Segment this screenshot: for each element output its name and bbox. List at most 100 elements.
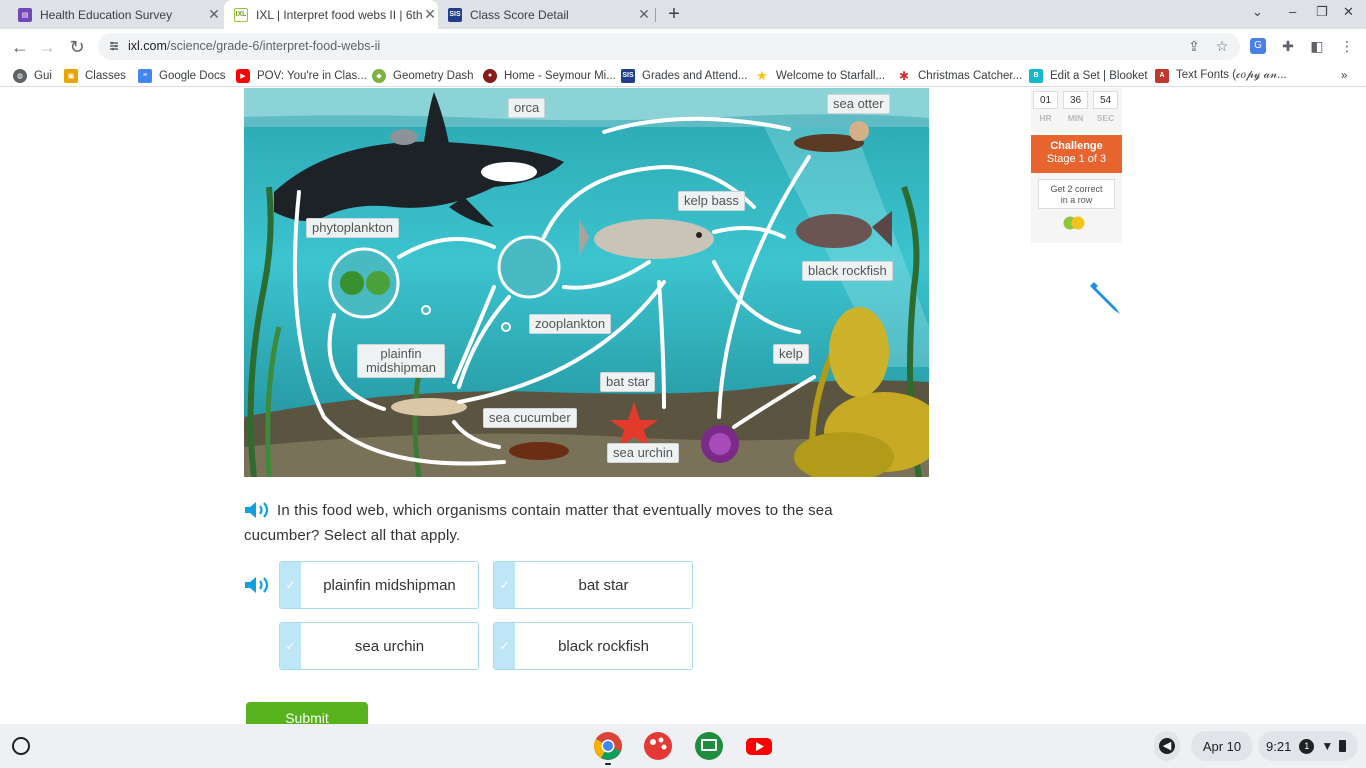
label-black-rockfish: black rockfish	[802, 261, 893, 281]
answer-option-bat-star[interactable]: ✓ bat star	[493, 561, 693, 609]
streak-goal: Get 2 correct in a row	[1038, 179, 1115, 209]
reload-icon[interactable]: ↻	[66, 36, 88, 58]
star-icon: ★	[755, 67, 769, 83]
challenge-stage: Stage 1 of 3	[1046, 153, 1107, 165]
system-tray[interactable]: 9:21 1 ▼	[1258, 731, 1358, 761]
pencil-scratchpad-icon[interactable]	[1086, 280, 1124, 318]
notification-count-badge: 1	[1299, 738, 1315, 754]
bookmark-pov[interactable]: ▶ POV: You're in Clas...	[236, 68, 367, 83]
label-orca: orca	[508, 98, 546, 118]
tab-title: Health Education Survey	[40, 7, 173, 22]
calendar-date[interactable]: Apr 10	[1191, 731, 1253, 761]
geometry-dash-icon: ◆	[372, 68, 386, 83]
bookmark-starfall[interactable]: ★ Welcome to Starfall...	[755, 68, 885, 83]
challenge-banner: Challenge Stage 1 of 3	[1031, 135, 1122, 173]
extensions-icon[interactable]: ✚	[1279, 38, 1297, 56]
bookmark-google-docs[interactable]: ≡ Google Docs	[138, 68, 225, 83]
submit-button[interactable]: Submit	[246, 702, 368, 724]
label-zooplankton: zooplankton	[529, 314, 612, 334]
streak-panel: Get 2 correct in a row	[1031, 173, 1122, 243]
globe-icon: ◍	[13, 68, 27, 83]
ixl-icon: IXL	[234, 7, 248, 22]
timer-seconds-label: SEC	[1096, 113, 1115, 123]
tab-title: Class Score Detail	[470, 7, 569, 22]
tab-divider	[655, 8, 656, 22]
speaker-icon: ◀	[1159, 738, 1175, 754]
bookmark-christmas-catcher[interactable]: ✱ Christmas Catcher...	[897, 68, 1022, 83]
close-window-icon[interactable]: ✕	[1343, 4, 1354, 20]
checkmark-icon: ✓	[494, 623, 515, 669]
canvas-app-icon[interactable]	[643, 731, 673, 761]
label-kelp-bass: kelp bass	[678, 191, 745, 211]
side-panel-icon[interactable]: ◧	[1308, 38, 1326, 56]
tab-ixl[interactable]: IXL IXL | Interpret food webs II | 6th g…	[224, 0, 438, 29]
bookmark-geometry-dash[interactable]: ◆ Geometry Dash	[372, 68, 474, 83]
food-web-image: orca sea otter phytoplankton kelp bass b…	[244, 88, 929, 477]
timer-minutes-label: MIN	[1067, 113, 1084, 123]
timer-hours-label: HR	[1039, 113, 1052, 123]
url-text: ixl.com/science/grade-6/interpret-food-w…	[128, 39, 381, 53]
label-plainfin-midshipman: plainfin midshipman	[357, 344, 445, 378]
page-content: orca sea otter phytoplankton kelp bass b…	[0, 88, 1366, 724]
question-text: In this food web, which organisms contai…	[244, 502, 833, 544]
docs-icon: ≡	[138, 68, 152, 83]
label-sea-otter: sea otter	[827, 94, 890, 114]
launcher-icon[interactable]	[12, 737, 30, 755]
forward-icon[interactable]: →	[36, 36, 58, 58]
label-sea-urchin: sea urchin	[607, 443, 679, 463]
address-bar[interactable]: ixl.com/science/grade-6/interpret-food-w…	[98, 33, 1240, 60]
checkmark-icon: ✓	[280, 623, 301, 669]
volume-status[interactable]: ◀	[1154, 731, 1180, 761]
bookmark-blooket[interactable]: B Edit a Set | Blooket	[1029, 68, 1148, 83]
site-info-icon[interactable]	[108, 40, 120, 52]
google-translate-icon[interactable]: G	[1250, 38, 1266, 54]
audio-answers-speaker-icon[interactable]	[244, 575, 270, 595]
menu-icon[interactable]: ⋮	[1338, 38, 1356, 56]
fonts-icon: A	[1155, 68, 1169, 83]
streak-progress-dots	[1063, 216, 1085, 230]
food-web-illustration	[244, 88, 929, 477]
label-bat-star: bat star	[600, 372, 656, 392]
label-kelp: kelp	[773, 344, 809, 364]
label-sea-cucumber: sea cucumber	[483, 408, 577, 428]
school-crest-icon: ●	[483, 68, 497, 83]
new-tab-icon[interactable]: +	[664, 4, 684, 24]
timer-seconds: 54	[1093, 91, 1118, 109]
close-icon[interactable]: ✕	[206, 6, 222, 23]
close-icon[interactable]: ✕	[636, 6, 652, 23]
minimize-icon[interactable]: –	[1289, 4, 1296, 19]
challenge-title: Challenge	[1050, 140, 1103, 152]
more-bookmarks-icon[interactable]: »	[1341, 68, 1347, 83]
bookmark-seymour[interactable]: ● Home - Seymour Mi...	[483, 68, 616, 83]
bookmark-grades[interactable]: SIS Grades and Attend...	[621, 68, 748, 83]
chrome-app-icon[interactable]	[593, 731, 623, 761]
game-icon: ✱	[897, 68, 911, 83]
chromeos-shelf: ◀ Apr 10 9:21 1 ▼	[0, 724, 1366, 768]
tab-health-survey[interactable]: ▤ Health Education Survey ✕	[10, 0, 222, 29]
time-elapsed-panel: 01 36 54 HR MIN SEC	[1031, 88, 1122, 132]
clock-time: 9:21	[1266, 738, 1292, 754]
restore-icon[interactable]: ❐	[1316, 4, 1328, 20]
bookmark-text-fonts[interactable]: A Text Fonts (𝒸𝑜𝓅𝓎 𝒶𝓃...	[1155, 68, 1287, 83]
tab-class-score[interactable]: SIS Class Score Detail ✕	[440, 0, 652, 29]
bookmark-gui[interactable]: ◍ Gui	[13, 68, 52, 83]
answer-option-plainfin-midshipman[interactable]: ✓ plainfin midshipman	[279, 561, 479, 609]
bookmarks-bar: ◍ Gui ▣ Classes ≡ Google Docs ▶ POV: You're …	[0, 64, 1366, 87]
label-phytoplankton: phytoplankton	[306, 218, 399, 238]
bookmark-star-icon[interactable]: ☆	[1213, 38, 1231, 56]
battery-icon	[1339, 740, 1347, 752]
browser-toolbar: ← → ↻ ixl.com/science/grade-6/interpret-…	[0, 29, 1366, 64]
answer-option-sea-urchin[interactable]: ✓ sea urchin	[279, 622, 479, 670]
share-icon[interactable]: ⇪	[1185, 38, 1203, 56]
bookmark-classes[interactable]: ▣ Classes	[64, 68, 126, 83]
back-icon[interactable]: ←	[9, 36, 31, 58]
forms-icon: ▤	[18, 7, 32, 22]
answer-option-black-rockfish[interactable]: ✓ black rockfish	[493, 622, 693, 670]
timer-minutes: 36	[1063, 91, 1088, 109]
tab-title: IXL | Interpret food webs II | 6th g	[256, 7, 422, 22]
youtube-app-icon[interactable]	[744, 731, 774, 761]
classroom-app-icon[interactable]	[694, 731, 724, 761]
tab-search-icon[interactable]: ⌄	[1252, 4, 1263, 20]
checkmark-icon: ✓	[494, 562, 515, 608]
close-icon[interactable]: ✕	[422, 6, 438, 23]
